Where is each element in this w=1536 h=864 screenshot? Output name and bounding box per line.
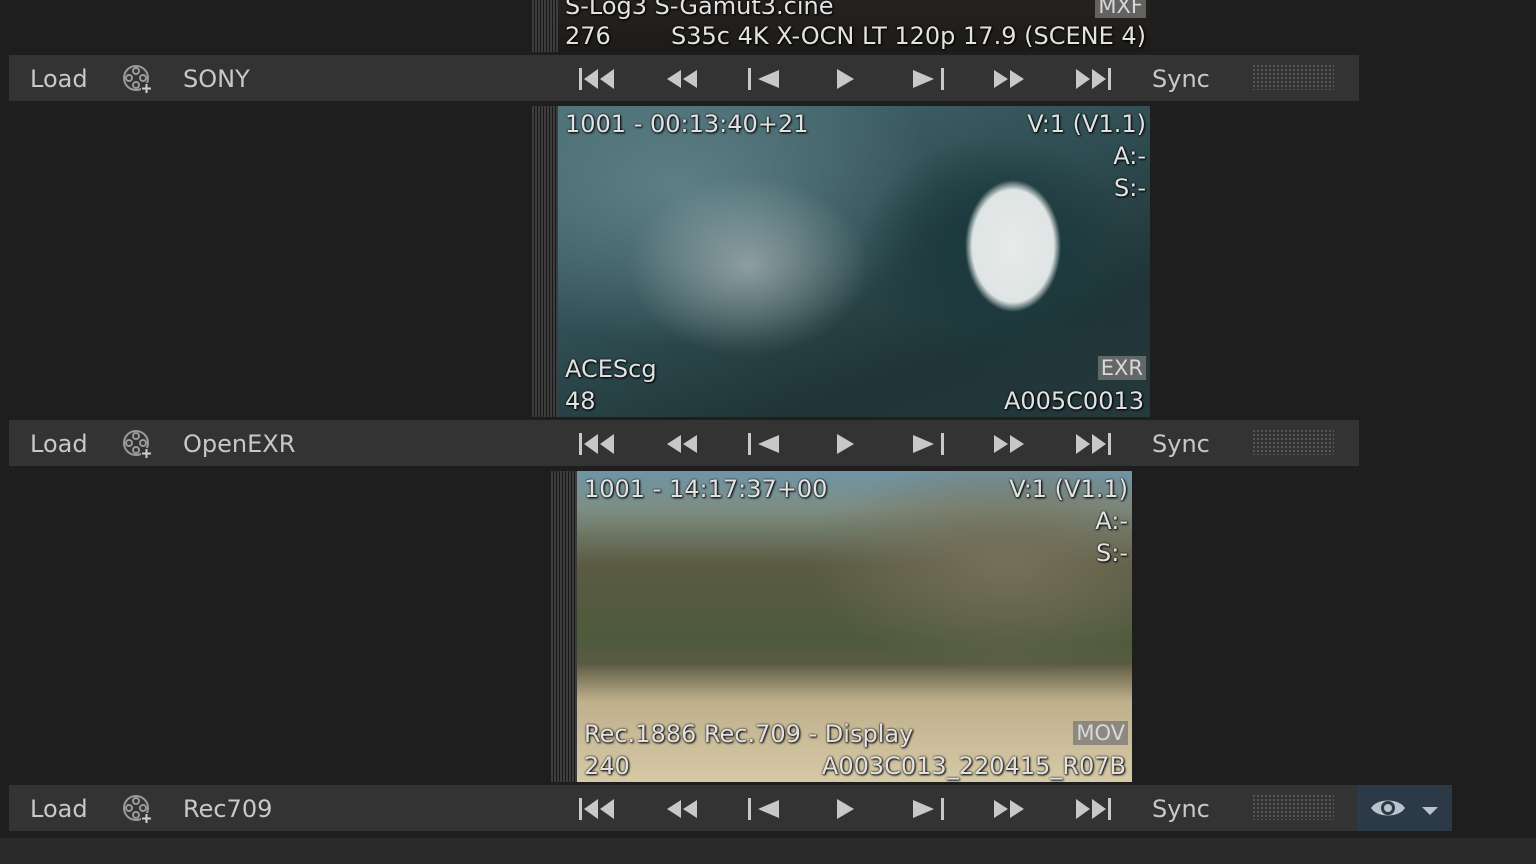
clip-subtitle-track: S:-: [1114, 174, 1146, 202]
clip-colorspace: S-Log3 S-Gamut3.cine: [565, 0, 834, 20]
step-forward-icon[interactable]: [907, 794, 949, 824]
status-bar: [0, 838, 1536, 864]
clip-frame-count: 276: [565, 22, 611, 50]
play-icon[interactable]: [824, 64, 866, 94]
clip-timecode: 1001 - 00:13:40+21: [565, 110, 809, 138]
step-forward-icon[interactable]: [907, 429, 949, 459]
clip-colorspace: Rec.1886 Rec.709 - Display: [584, 720, 914, 748]
clip-container-badge: MXF: [1095, 0, 1146, 18]
format-label: Rec709: [183, 795, 273, 823]
rewind-icon[interactable]: [661, 794, 703, 824]
load-button[interactable]: Load: [30, 430, 88, 458]
film-reel-add-icon[interactable]: [122, 429, 152, 459]
clip-frame-count: 48: [565, 387, 596, 415]
skip-to-start-icon[interactable]: [577, 64, 619, 94]
format-label: SONY: [183, 65, 250, 93]
film-reel-add-icon[interactable]: [122, 794, 152, 824]
format-label: OpenEXR: [183, 430, 296, 458]
step-back-icon[interactable]: [743, 794, 785, 824]
clip-video-track: V:1 (V1.1): [1009, 475, 1128, 503]
step-back-icon[interactable]: [743, 64, 785, 94]
step-forward-icon[interactable]: [907, 64, 949, 94]
clip-frame-count: 240: [584, 752, 630, 780]
sync-button[interactable]: Sync: [1152, 65, 1210, 93]
clip-timecode: 1001 - 14:17:37+00: [584, 475, 828, 503]
fast-forward-icon[interactable]: [988, 794, 1030, 824]
clip-container-badge: EXR: [1097, 356, 1146, 380]
clip-stack-edge: [532, 0, 558, 52]
play-icon[interactable]: [824, 429, 866, 459]
clip-audio-track: A:-: [1113, 142, 1146, 170]
skip-to-end-icon[interactable]: [1071, 794, 1113, 824]
fast-forward-icon[interactable]: [988, 64, 1030, 94]
clip-name: S35c 4K X-OCN LT 120p 17.9 (SCENE 4): [670, 22, 1146, 50]
clip-thumbnail[interactable]: 1001 - 00:13:40+21 V:1 (V1.1) A:- S:- AC…: [558, 106, 1150, 417]
view-options-button[interactable]: [1357, 785, 1452, 831]
skip-to-start-icon[interactable]: [577, 429, 619, 459]
resize-grip[interactable]: [1252, 794, 1334, 820]
load-button[interactable]: Load: [30, 795, 88, 823]
skip-to-start-icon[interactable]: [577, 794, 619, 824]
rewind-icon[interactable]: [661, 429, 703, 459]
resize-grip[interactable]: [1252, 64, 1334, 90]
skip-to-end-icon[interactable]: [1071, 64, 1113, 94]
play-icon[interactable]: [824, 794, 866, 824]
clip-name: A003C013_220415_R07B: [821, 752, 1126, 780]
eye-icon: [1369, 794, 1407, 826]
step-back-icon[interactable]: [743, 429, 785, 459]
clip-subtitle-track: S:-: [1096, 539, 1128, 567]
clip-audio-track: A:-: [1095, 507, 1128, 535]
transport-bar: Load Rec709 Sync: [9, 785, 1359, 831]
clip-video-track: V:1 (V1.1): [1027, 110, 1146, 138]
resize-grip[interactable]: [1252, 429, 1334, 455]
load-button[interactable]: Load: [30, 65, 88, 93]
rewind-icon[interactable]: [661, 64, 703, 94]
transport-bar: Load SONY Sync: [9, 55, 1359, 101]
clip-container-badge: MOV: [1073, 721, 1128, 745]
clip-thumbnail[interactable]: S-Log3 S-Gamut3.cine MXF 276 S35c 4K X-O…: [558, 0, 1150, 52]
film-reel-add-icon[interactable]: [122, 64, 152, 94]
clip-stack-edge: [551, 471, 577, 782]
transport-bar: Load OpenEXR Sync: [9, 420, 1359, 466]
chevron-down-icon[interactable]: [1421, 802, 1439, 821]
fast-forward-icon[interactable]: [988, 429, 1030, 459]
sync-button[interactable]: Sync: [1152, 430, 1210, 458]
clip-colorspace: ACEScg: [565, 355, 657, 383]
clip-stack-edge: [532, 106, 558, 417]
clip-name: A005C0013: [1003, 387, 1144, 415]
clip-thumbnail[interactable]: 1001 - 14:17:37+00 V:1 (V1.1) A:- S:- Re…: [577, 471, 1132, 782]
skip-to-end-icon[interactable]: [1071, 429, 1113, 459]
sync-button[interactable]: Sync: [1152, 795, 1210, 823]
